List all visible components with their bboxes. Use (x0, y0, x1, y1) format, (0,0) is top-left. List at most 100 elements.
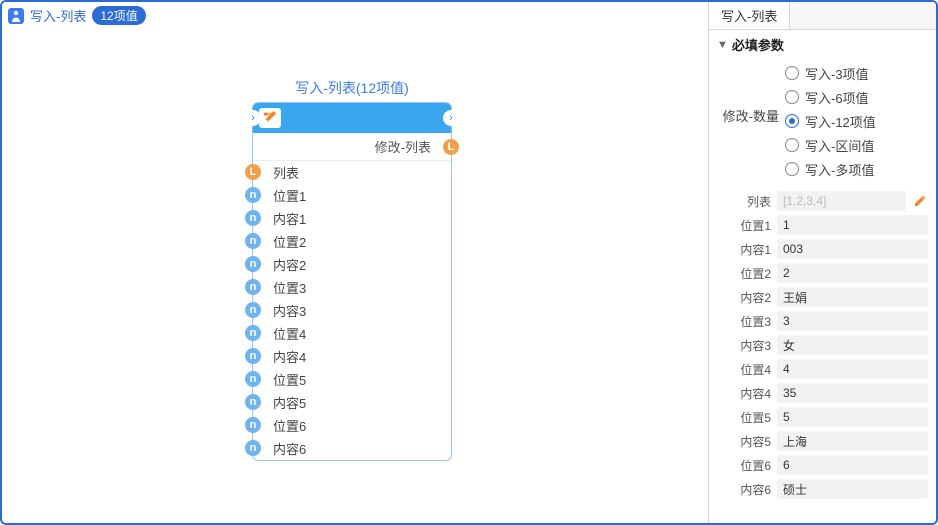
radio-column: 写入-3项值写入-6项值写入-12项值写入-区间值写入-多项值 (785, 61, 928, 181)
radio-option[interactable]: 写入-3项值 (785, 61, 928, 85)
canvas-area[interactable]: 写入-列表 12项值 写入-列表(12项值) › › 修改-列表 L L列表n位… (2, 2, 708, 523)
param-row: 内容3 女 (717, 333, 928, 357)
param-label: 内容5 (717, 433, 771, 450)
input-port[interactable]: n (245, 210, 261, 226)
radio-icon (785, 90, 799, 104)
param-input[interactable]: 女 (777, 335, 928, 355)
param-input[interactable]: 2 (777, 263, 928, 283)
chevron-right-icon[interactable]: › (245, 110, 261, 126)
input-port[interactable]: n (245, 233, 261, 249)
input-port[interactable]: n (245, 371, 261, 387)
node-input-row: n位置6 (253, 414, 451, 437)
node-input-row: n位置4 (253, 322, 451, 345)
radio-label: 写入-3项值 (805, 64, 869, 83)
port-label: 内容1 (273, 209, 306, 228)
radio-icon (785, 162, 799, 176)
port-label: 内容5 (273, 393, 306, 412)
edit-icon[interactable] (912, 193, 928, 209)
input-port[interactable]: n (245, 187, 261, 203)
node-input-row: n位置2 (253, 230, 451, 253)
canvas-header: 写入-列表 12项值 (8, 6, 146, 25)
input-port[interactable]: n (245, 302, 261, 318)
input-port[interactable]: n (245, 348, 261, 364)
param-input[interactable]: 4 (777, 359, 928, 379)
radio-option[interactable]: 写入-区间值 (785, 133, 928, 157)
node-header-bar[interactable]: › › (253, 103, 451, 133)
param-input[interactable]: 6 (777, 455, 928, 475)
canvas-badge: 12项值 (92, 6, 145, 25)
param-input[interactable]: 5 (777, 407, 928, 427)
input-port[interactable]: n (245, 440, 261, 456)
param-label: 内容2 (717, 289, 771, 306)
app-root: 写入-列表 12项值 写入-列表(12项值) › › 修改-列表 L L列表n位… (0, 0, 938, 525)
input-port[interactable]: n (245, 256, 261, 272)
param-row: 位置44 (717, 357, 928, 381)
radio-option[interactable]: 写入-6项值 (785, 85, 928, 109)
param-row: 位置6 6 (717, 453, 928, 477)
port-label: 内容2 (273, 255, 306, 274)
param-input[interactable]: 王娟 (777, 287, 928, 307)
chevron-right-icon[interactable]: › (443, 110, 459, 126)
param-label: 内容6 (717, 481, 771, 498)
input-port[interactable]: n (245, 325, 261, 341)
output-port[interactable]: L (443, 139, 459, 155)
input-port[interactable]: n (245, 417, 261, 433)
port-label: 内容3 (273, 301, 306, 320)
param-row: 内容6 硕士 (717, 477, 928, 501)
param-input[interactable]: 3 (777, 311, 928, 331)
radio-icon (785, 66, 799, 80)
radio-label: 写入-12项值 (805, 112, 876, 131)
port-label: 位置6 (273, 416, 306, 435)
section-title: 必填参数 (732, 35, 784, 54)
port-label: 位置2 (273, 232, 306, 251)
param-row: 位置11 (717, 213, 928, 237)
param-input[interactable]: 003 (777, 239, 928, 259)
input-port[interactable]: n (245, 394, 261, 410)
port-label: 内容6 (273, 439, 306, 458)
node-input-row: n内容2 (253, 253, 451, 276)
port-label: 列表 (273, 163, 299, 182)
section-header[interactable]: ▼ 必填参数 (709, 30, 936, 59)
radio-icon (785, 114, 799, 128)
node-input-row: n内容1 (253, 207, 451, 230)
side-panel: 写入-列表 ▼ 必填参数 修改-数量 写入-3项值写入-6项值写入-12项值写入… (708, 2, 936, 523)
node-block[interactable]: › › 修改-列表 L L列表n位置1n内容1n位置2n内容2n位置3n内容3n… (252, 102, 452, 461)
radio-label: 写入-区间值 (805, 136, 874, 155)
pencil-icon (259, 108, 281, 128)
input-port[interactable]: n (245, 279, 261, 295)
param-label: 位置2 (717, 265, 771, 282)
node-title: 写入-列表(12项值) (252, 78, 452, 98)
side-tab[interactable]: 写入-列表 (709, 2, 790, 29)
param-label: 内容3 (717, 337, 771, 354)
chevron-down-icon: ▼ (717, 39, 728, 51)
node-wrap: 写入-列表(12项值) › › 修改-列表 L L列表n位置1n内容1n位置2n… (252, 78, 452, 461)
input-port[interactable]: L (245, 164, 261, 180)
param-list: 列表[1,2,3,4]位置11内容1003位置22内容2王娟位置33内容3女位置… (709, 189, 936, 523)
radio-group-label: 修改-数量 (717, 61, 779, 181)
param-label: 位置6 (717, 457, 771, 474)
side-tabbar: 写入-列表 (709, 2, 936, 30)
param-input[interactable]: 上海 (777, 431, 928, 451)
node-input-row: n内容5 (253, 391, 451, 414)
param-label: 位置3 (717, 313, 771, 330)
person-icon (8, 8, 24, 24)
param-input[interactable]: 35 (777, 383, 928, 403)
port-rows: L列表n位置1n内容1n位置2n内容2n位置3n内容3n位置4n内容4n位置5n… (253, 161, 451, 460)
param-label: 内容1 (717, 241, 771, 258)
param-row: 内容2 王娟 (717, 285, 928, 309)
param-row: 位置2 2 (717, 261, 928, 285)
canvas-title: 写入-列表 (30, 6, 86, 25)
radio-option[interactable]: 写入-12项值 (785, 109, 928, 133)
param-input[interactable]: 硕士 (777, 479, 928, 499)
param-input[interactable]: [1,2,3,4] (777, 191, 906, 211)
param-label: 列表 (717, 193, 771, 210)
node-sub-label: 修改-列表 (375, 137, 431, 156)
radio-option[interactable]: 写入-多项值 (785, 157, 928, 181)
node-input-row: n内容6 (253, 437, 451, 460)
param-input[interactable]: 1 (777, 215, 928, 235)
radio-group: 修改-数量 写入-3项值写入-6项值写入-12项值写入-区间值写入-多项值 (709, 59, 936, 189)
port-label: 位置3 (273, 278, 306, 297)
node-input-row: n位置5 (253, 368, 451, 391)
port-label: 位置4 (273, 324, 306, 343)
port-label: 位置1 (273, 186, 306, 205)
